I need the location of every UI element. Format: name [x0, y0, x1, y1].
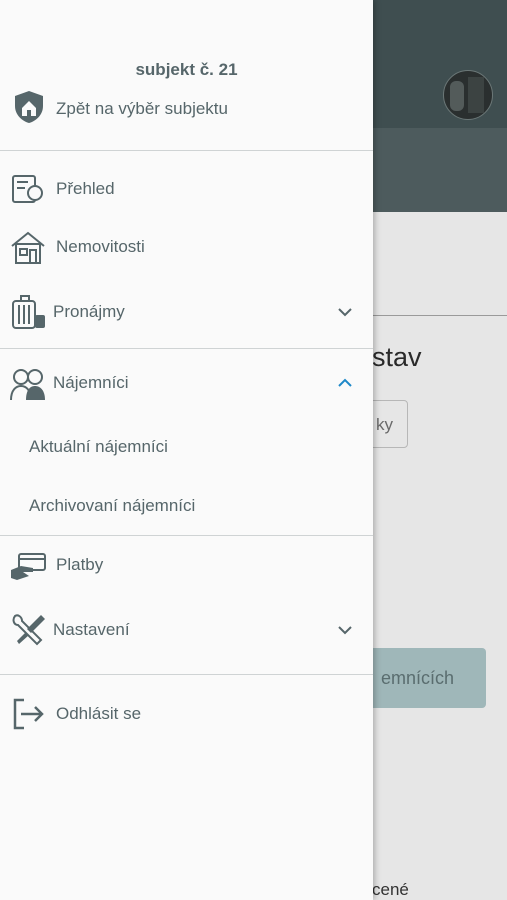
- menu-label-payments: Platby: [56, 555, 104, 574]
- logout-icon: [8, 694, 48, 734]
- divider: [372, 315, 507, 316]
- people-icon: [8, 363, 48, 403]
- menu-item-tenants[interactable]: Nájemníci: [0, 359, 373, 407]
- divider: [0, 535, 373, 536]
- back-label: Zpět na výběr subjektu: [56, 99, 228, 118]
- divider: [0, 348, 373, 349]
- back-to-subject-selection[interactable]: Zpět na výběr subjektu: [12, 90, 228, 128]
- menu-label-logout: Odhlásit se: [56, 704, 142, 723]
- menu-label-overview: Přehled: [56, 179, 115, 198]
- house-icon: [8, 227, 48, 267]
- submenu-item-current-tenants[interactable]: Aktuální nájemníci: [29, 437, 168, 457]
- divider: [0, 150, 373, 151]
- menu-item-overview[interactable]: Přehled: [0, 165, 373, 213]
- chevron-up-icon[interactable]: [335, 373, 355, 393]
- overview-icon: [8, 169, 48, 209]
- chevron-down-icon[interactable]: [335, 302, 355, 322]
- menu-item-payments[interactable]: Platby: [0, 541, 373, 589]
- navigation-drawer: subjekt č. 21 Zpět na výběr subjektu Pře…: [0, 0, 373, 900]
- menu-label-settings: Nastavení: [53, 620, 130, 639]
- avatar[interactable]: [443, 70, 493, 120]
- page-heading: stav: [372, 342, 422, 372]
- shield-house-icon: [12, 89, 46, 130]
- menu-label-rentals: Pronájmy: [53, 302, 125, 321]
- menu-label-tenants: Nájemníci: [53, 373, 129, 392]
- menu-item-properties[interactable]: Nemovitosti: [0, 223, 373, 271]
- luggage-icon: [8, 292, 48, 332]
- chevron-down-icon[interactable]: [335, 620, 355, 640]
- menu-item-rentals[interactable]: Pronájmy: [0, 288, 373, 336]
- payment-card-icon: [8, 545, 48, 585]
- divider: [0, 674, 373, 675]
- menu-item-logout[interactable]: Odhlásit se: [0, 690, 373, 738]
- submenu-item-archived-tenants[interactable]: Archivovaní nájemníci: [29, 496, 195, 516]
- menu-item-settings[interactable]: Nastavení: [0, 606, 373, 654]
- bottom-text: cené: [372, 880, 409, 899]
- menu-label-properties: Nemovitosti: [56, 237, 145, 256]
- subject-title: subjekt č. 21: [135, 60, 238, 79]
- wrench-screwdriver-icon: [8, 610, 48, 650]
